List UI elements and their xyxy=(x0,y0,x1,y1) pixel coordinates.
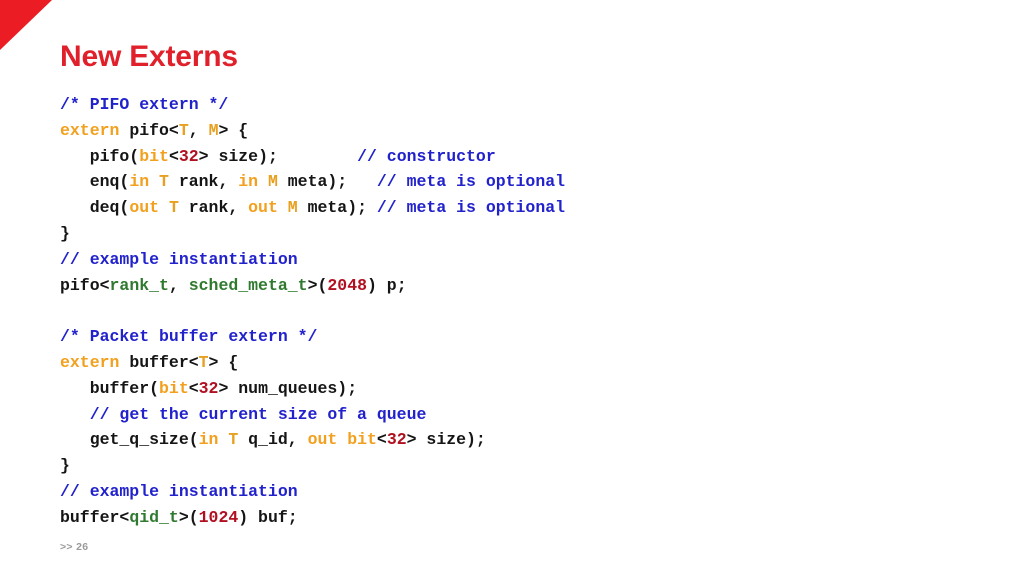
code-token-type: T xyxy=(168,198,179,218)
code-token-plain: > size); xyxy=(198,146,358,166)
code-token-plain: < xyxy=(188,378,199,398)
code-token-plain: buffer( xyxy=(60,378,160,398)
code-token-plain: q_id, xyxy=(238,430,308,450)
code-token-plain: < xyxy=(376,430,387,450)
code-line-pifo-close-brace: } xyxy=(60,221,960,247)
code-token-plain: pifo< xyxy=(60,275,110,295)
code-line-spacer-1 xyxy=(60,298,960,324)
code-token-plain: > { xyxy=(208,352,239,372)
code-token-comment: // example instantiation xyxy=(60,481,298,501)
code-token-type: T xyxy=(178,120,189,140)
code-token-keyword: in xyxy=(129,172,150,192)
code-token-plain: > { xyxy=(218,120,249,140)
code-line-pifo-instantiation: pifo<rank_t, sched_meta_t>(2048) p; xyxy=(60,273,960,299)
code-line-buffer-example-comment: // example instantiation xyxy=(60,479,960,505)
code-line-pifo-extern-decl: extern pifo<T, M> { xyxy=(60,118,960,144)
code-token-keyword: in xyxy=(198,430,219,450)
code-token-number: 32 xyxy=(198,378,219,398)
code-line-buffer-instantiation: buffer<qid_t>(1024) buf; xyxy=(60,505,960,531)
code-line-pifo-block-comment: /* PIFO extern */ xyxy=(60,92,960,118)
code-token-comment: // meta is optional xyxy=(376,172,566,192)
code-token-keyword: bit xyxy=(347,430,377,450)
code-token-keyword: bit xyxy=(159,378,189,398)
code-token-type: T xyxy=(198,352,209,372)
code-token-keyword: out xyxy=(248,198,278,218)
corner-triangle-decoration xyxy=(0,0,52,50)
code-token-keyword: extern xyxy=(60,120,120,140)
code-line-pifo-constructor: pifo(bit<32> size); // constructor xyxy=(60,144,960,170)
code-token-comment: // constructor xyxy=(357,146,496,166)
code-token-keyword: extern xyxy=(60,352,120,372)
code-token-comment: // example instantiation xyxy=(60,249,298,269)
code-token-usertype: rank_t xyxy=(109,275,169,295)
code-token-plain: ) buf; xyxy=(238,507,298,527)
code-token-type: M xyxy=(267,172,278,192)
code-token-plain: >( xyxy=(307,275,328,295)
code-line-buffer-get-q-size: get_q_size(in T q_id, out bit<32> size); xyxy=(60,427,960,453)
code-token-plain: rank, xyxy=(178,198,249,218)
code-token-plain: < xyxy=(168,146,179,166)
slide-page-number: >> 26 xyxy=(60,541,89,553)
code-token-keyword: out xyxy=(307,430,338,450)
code-line-pifo-enq: enq(in T rank, in M meta); // meta is op… xyxy=(60,169,960,195)
code-token-comment: /* PIFO extern */ xyxy=(60,95,229,114)
code-token-plain: rank, xyxy=(168,172,239,192)
code-token-usertype: qid_t xyxy=(129,507,179,527)
code-token-plain: meta); xyxy=(277,172,377,192)
code-token-number: 1024 xyxy=(198,507,239,527)
code-listing: /* PIFO extern */extern pifo<T, M> { pif… xyxy=(60,92,960,531)
code-token-keyword: in xyxy=(238,172,259,192)
code-line-buffer-close-brace: } xyxy=(60,453,960,479)
code-line-buffer-extern-decl: extern buffer<T> { xyxy=(60,350,960,376)
code-token-plain: meta); xyxy=(297,198,377,218)
code-token-plain: } xyxy=(60,223,70,243)
code-token-number: 2048 xyxy=(327,275,367,295)
code-token-number: 32 xyxy=(386,430,407,450)
code-token-plain: buffer< xyxy=(60,507,130,527)
code-token-plain: deq( xyxy=(60,198,130,218)
code-token-plain: } xyxy=(60,456,70,476)
code-token-keyword: bit xyxy=(139,146,169,166)
code-token-plain: >( xyxy=(178,507,199,527)
code-token-type: T xyxy=(228,430,239,450)
code-token-plain: pifo< xyxy=(119,120,179,140)
code-token-plain: enq( xyxy=(60,172,130,192)
code-line-buffer-constructor: buffer(bit<32> num_queues); xyxy=(60,376,960,402)
code-token-type: T xyxy=(159,172,169,192)
code-token-plain: buffer< xyxy=(119,352,199,372)
code-token-plain: get_q_size( xyxy=(60,430,199,450)
code-token-plain: , xyxy=(168,275,189,295)
slide: New Externs /* PIFO extern */ extern pifo… xyxy=(0,0,1024,576)
code-token-comment: // meta is optional xyxy=(376,198,566,218)
code-token-usertype: sched_meta_t xyxy=(188,275,308,295)
code-token-type: M xyxy=(287,198,298,218)
code-token-comment: // get the current size of a queue xyxy=(89,404,427,424)
code-token-plain: , xyxy=(188,120,209,140)
code-line-buffer-block-comment: /* Packet buffer extern */ xyxy=(60,324,960,350)
code-token-plain: ) p; xyxy=(367,275,407,295)
code-token-comment: /* Packet buffer extern */ xyxy=(60,327,318,347)
page-title: New Externs xyxy=(60,40,238,74)
code-token-plain: pifo( xyxy=(60,146,140,166)
code-token-plain: > size); xyxy=(406,430,486,450)
code-token-plain: > num_queues); xyxy=(218,378,358,398)
code-line-pifo-deq: deq(out T rank, out M meta); // meta is … xyxy=(60,195,960,221)
code-token-keyword: out xyxy=(129,198,160,218)
code-token-type: M xyxy=(208,120,219,140)
code-token-number: 32 xyxy=(178,146,199,166)
code-line-pifo-example-comment: // example instantiation xyxy=(60,247,960,273)
code-line-buffer-getsize-comment: // get the current size of a queue xyxy=(60,402,960,428)
